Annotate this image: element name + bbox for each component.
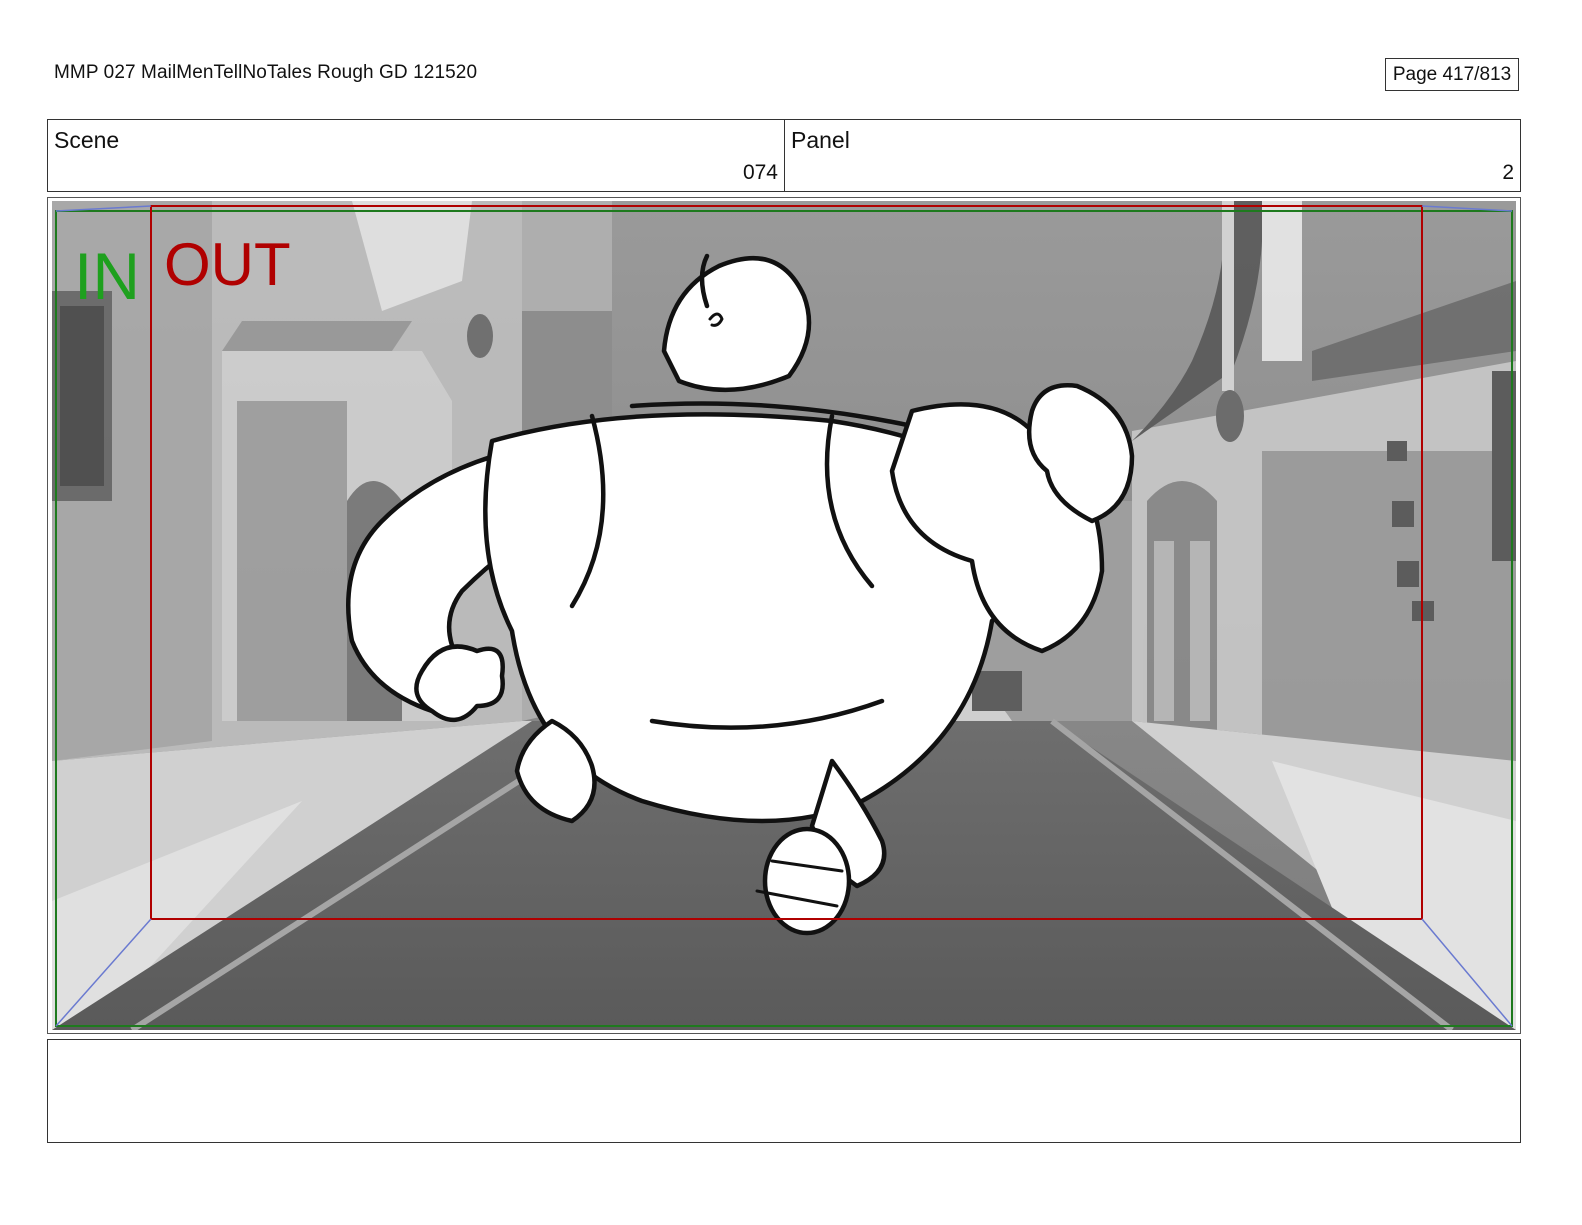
panel-number: 2 (1502, 161, 1514, 184)
panel-notes-box (47, 1039, 1521, 1143)
scene-panel-table: Scene 074 Panel 2 (47, 119, 1521, 192)
panel-label: Panel (791, 127, 850, 153)
document-title: MMP 027 MailMenTellNoTales Rough GD 1215… (54, 62, 478, 83)
scene-cell: Scene 074 (48, 120, 785, 191)
page-number-box: Page 417/813 (1385, 58, 1519, 91)
in-label: IN (74, 239, 140, 313)
page-number-label: Page 417/813 (1392, 63, 1512, 85)
storyboard-drawing: IN OUT (52, 201, 1516, 1030)
storyboard-panel-image: IN OUT (52, 201, 1516, 1030)
panel-cell: Panel 2 (785, 120, 1520, 191)
out-label: OUT (164, 231, 291, 298)
scene-label: Scene (54, 127, 120, 153)
scene-number: 074 (742, 161, 778, 184)
